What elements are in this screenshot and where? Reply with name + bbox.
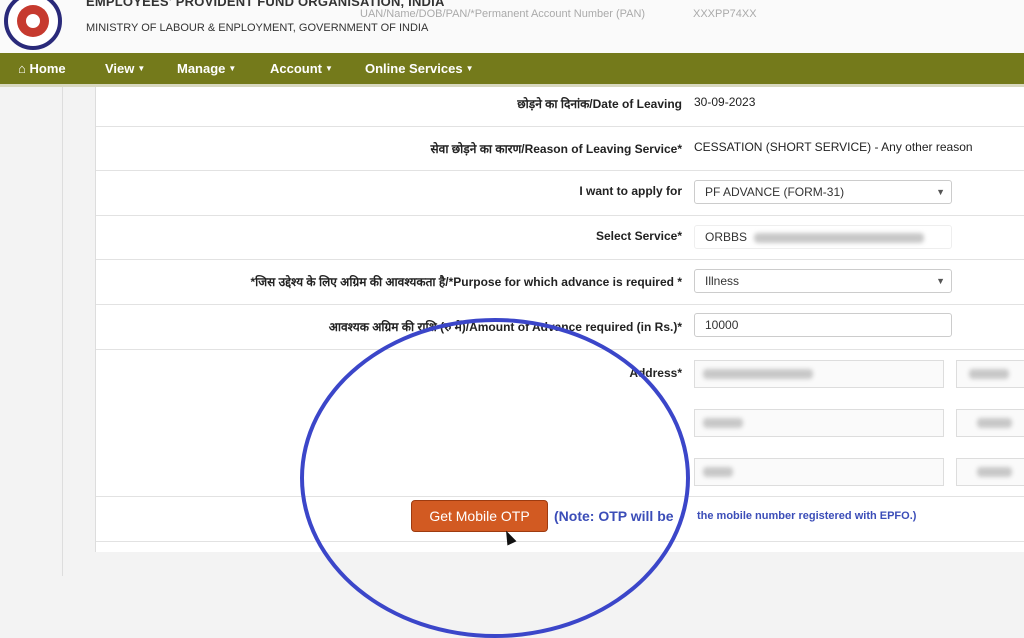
address-line-3b[interactable] <box>956 458 1024 486</box>
purpose-label: *जिस उद्देश्य के लिए अग्रिम की आवश्यकता … <box>250 275 683 289</box>
row-select-service: Select Service* ORBBS <box>96 215 1024 260</box>
row-apply-for: I want to apply for PF ADVANCE (FORM-31)… <box>96 170 1024 216</box>
address-line-1[interactable] <box>694 360 944 388</box>
otp-note-part1: (Note: OTP will be <box>554 508 674 524</box>
caret-down-icon: ▼ <box>228 64 237 73</box>
caret-down-icon: ▼ <box>137 64 146 73</box>
address-label: Address* <box>629 366 682 380</box>
purpose-selected: Illness <box>705 274 740 288</box>
nav-account[interactable]: Account ▼ <box>270 53 333 84</box>
redacted-text <box>754 232 925 243</box>
left-rail <box>62 87 63 576</box>
nav-view-label: View <box>105 61 135 76</box>
otp-note-part2: the mobile number registered with EPFO.) <box>697 510 917 522</box>
amount-label: आवश्यक अग्रिम की राशि (रु में)/Amount of… <box>328 320 682 334</box>
amount-value: 10000 <box>705 318 739 332</box>
select-service-value: ORBBS <box>705 230 748 244</box>
address-line-2b[interactable] <box>956 409 1024 437</box>
nav-manage[interactable]: Manage ▼ <box>177 53 236 84</box>
address-line-2[interactable] <box>694 409 944 437</box>
row-address: Address* <box>96 349 1024 497</box>
redacted-text <box>703 369 813 379</box>
pan-label: UAN/Name/DOB/PAN/*Permanent Account Numb… <box>360 8 646 20</box>
purpose-select[interactable]: Illness ▼ <box>694 269 952 293</box>
address-line-3[interactable] <box>694 458 944 486</box>
chevron-down-icon: ▼ <box>936 187 945 197</box>
get-mobile-otp-button[interactable]: Get Mobile OTP <box>411 500 548 532</box>
apply-for-label: I want to apply for <box>579 184 682 198</box>
redacted-text <box>977 418 1012 428</box>
site-header: EMPLOYEES' PROVIDENT FUND ORGANISATION, … <box>0 0 1024 53</box>
reason-value: CESSATION (SHORT SERVICE) - Any other re… <box>694 140 973 154</box>
row-amount: आवश्यक अग्रिम की राशि (रु में)/Amount of… <box>96 304 1024 350</box>
ministry-name: MINISTRY OF LABOUR & ENPLOYMENT, GOVERNM… <box>86 22 429 34</box>
apply-for-selected: PF ADVANCE (FORM-31) <box>705 185 845 199</box>
row-purpose: *जिस उद्देश्य के लिए अग्रिम की आवश्यकता … <box>96 259 1024 305</box>
reason-label: सेवा छोड़ने का कारण/Reason of Leaving Se… <box>430 142 682 156</box>
redacted-text <box>977 467 1012 477</box>
nav-view[interactable]: View ▼ <box>105 53 145 84</box>
row-reason-of-leaving: सेवा छोड़ने का कारण/Reason of Leaving Se… <box>96 126 1024 171</box>
pan-value: XXXPP74XX <box>693 8 757 20</box>
date-of-leaving-label: छोड़ने का दिनांक/Date of Leaving <box>517 97 682 111</box>
claim-form-panel: छोड़ने का दिनांक/Date of Leaving 30-09-2… <box>95 87 1024 552</box>
select-service-field[interactable]: ORBBS <box>694 225 952 249</box>
redacted-text <box>969 369 1009 379</box>
address-line-1b[interactable] <box>956 360 1024 388</box>
amount-input[interactable]: 10000 <box>694 313 952 337</box>
nav-manage-label: Manage <box>177 61 226 76</box>
apply-for-select[interactable]: PF ADVANCE (FORM-31) ▼ <box>694 180 952 204</box>
nav-account-label: Account <box>270 61 322 76</box>
redacted-text <box>703 467 733 477</box>
nav-online-services[interactable]: Online Services ▼ <box>365 53 473 84</box>
caret-down-icon: ▼ <box>325 64 333 73</box>
select-service-label: Select Service* <box>595 229 682 243</box>
redacted-text <box>703 418 743 428</box>
home-icon: ⌂ <box>18 61 26 76</box>
caret-down-icon: ▼ <box>465 64 474 73</box>
nav-home[interactable]: ⌂ Home <box>18 53 66 84</box>
date-of-leaving-value: 30-09-2023 <box>694 95 756 109</box>
chevron-down-icon: ▼ <box>936 276 945 286</box>
nav-home-label: Home <box>29 61 66 76</box>
row-date-of-leaving: छोड़ने का दिनांक/Date of Leaving 30-09-2… <box>96 87 1024 127</box>
main-navbar: ⌂ Home View ▼ Manage ▼ Account ▼ Online Ser… <box>0 53 1024 84</box>
nav-online-services-label: Online Services <box>365 61 463 76</box>
epfo-logo <box>4 0 62 50</box>
